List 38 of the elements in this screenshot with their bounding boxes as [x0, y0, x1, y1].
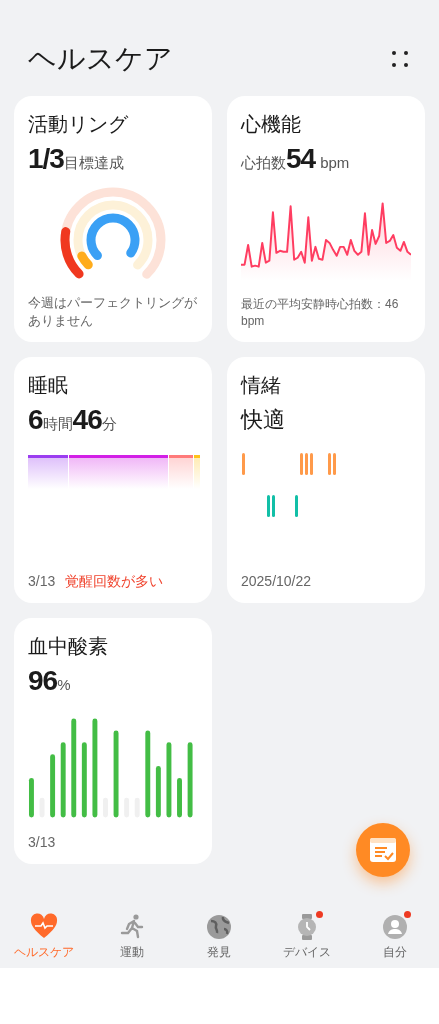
sleep-card[interactable]: 睡眠 6時間46分 3/13 覚醒回数が多い — [14, 357, 212, 603]
metric-value: 54 — [286, 142, 316, 176]
card-footer: 最近の平均安静時心拍数：46 bpm — [241, 296, 411, 330]
nav-tab[interactable]: デバイス — [263, 905, 352, 968]
metric-unit: 目標達成 — [63, 154, 124, 173]
heart-card[interactable]: 心機能 心拍数54 bpm 最近の平均安静時心拍数：46 bpm — [227, 96, 425, 342]
metric-unit: % — [57, 676, 71, 695]
card-date: 3/13 — [28, 833, 57, 852]
card-footer: 今週はパーフェクトリングがありません — [28, 294, 198, 330]
metric-value: 46 — [72, 403, 102, 437]
globe-icon — [205, 913, 234, 941]
card-title: 情緒 — [241, 373, 282, 398]
card-title: 血中酸素 — [28, 634, 109, 659]
heart-icon — [29, 913, 58, 941]
nav-tab[interactable]: 運動 — [87, 905, 176, 968]
page-title: ヘルスケア — [28, 42, 173, 76]
card-title: 活動リング — [28, 112, 129, 137]
more-icon[interactable] — [391, 50, 409, 68]
card-date: 3/13 — [28, 572, 56, 591]
metric-value: 6 — [28, 403, 43, 437]
nav-tab[interactable]: 発見 — [175, 905, 264, 968]
metric-unit: 心拍数 — [241, 154, 286, 173]
person-icon — [381, 913, 410, 941]
card-date: 2025/10/22 — [241, 572, 313, 591]
spo2-card[interactable]: 血中酸素 96% 3/13 — [14, 618, 212, 864]
metric-value: 1/3 — [28, 142, 64, 176]
metric-unit: 時間 — [42, 415, 73, 434]
rings-card[interactable]: 活動リング 1/3目標達成 今週はパーフェクトリングがありません — [14, 96, 212, 342]
checklist-icon — [369, 837, 397, 863]
card-title: 心機能 — [241, 112, 302, 137]
card-title: 睡眠 — [28, 373, 69, 398]
nav-tab[interactable]: 自分 — [351, 905, 439, 968]
mood-value: 快適 — [241, 406, 285, 434]
metric-unit: 分 — [101, 415, 117, 434]
mood-card[interactable]: 情緒 快適 2025/10/22 — [227, 357, 425, 603]
metric-value: 96 — [28, 664, 58, 698]
sleep-warning: 覚醒回数が多い — [65, 572, 164, 591]
metric-unit: bpm — [320, 153, 350, 173]
